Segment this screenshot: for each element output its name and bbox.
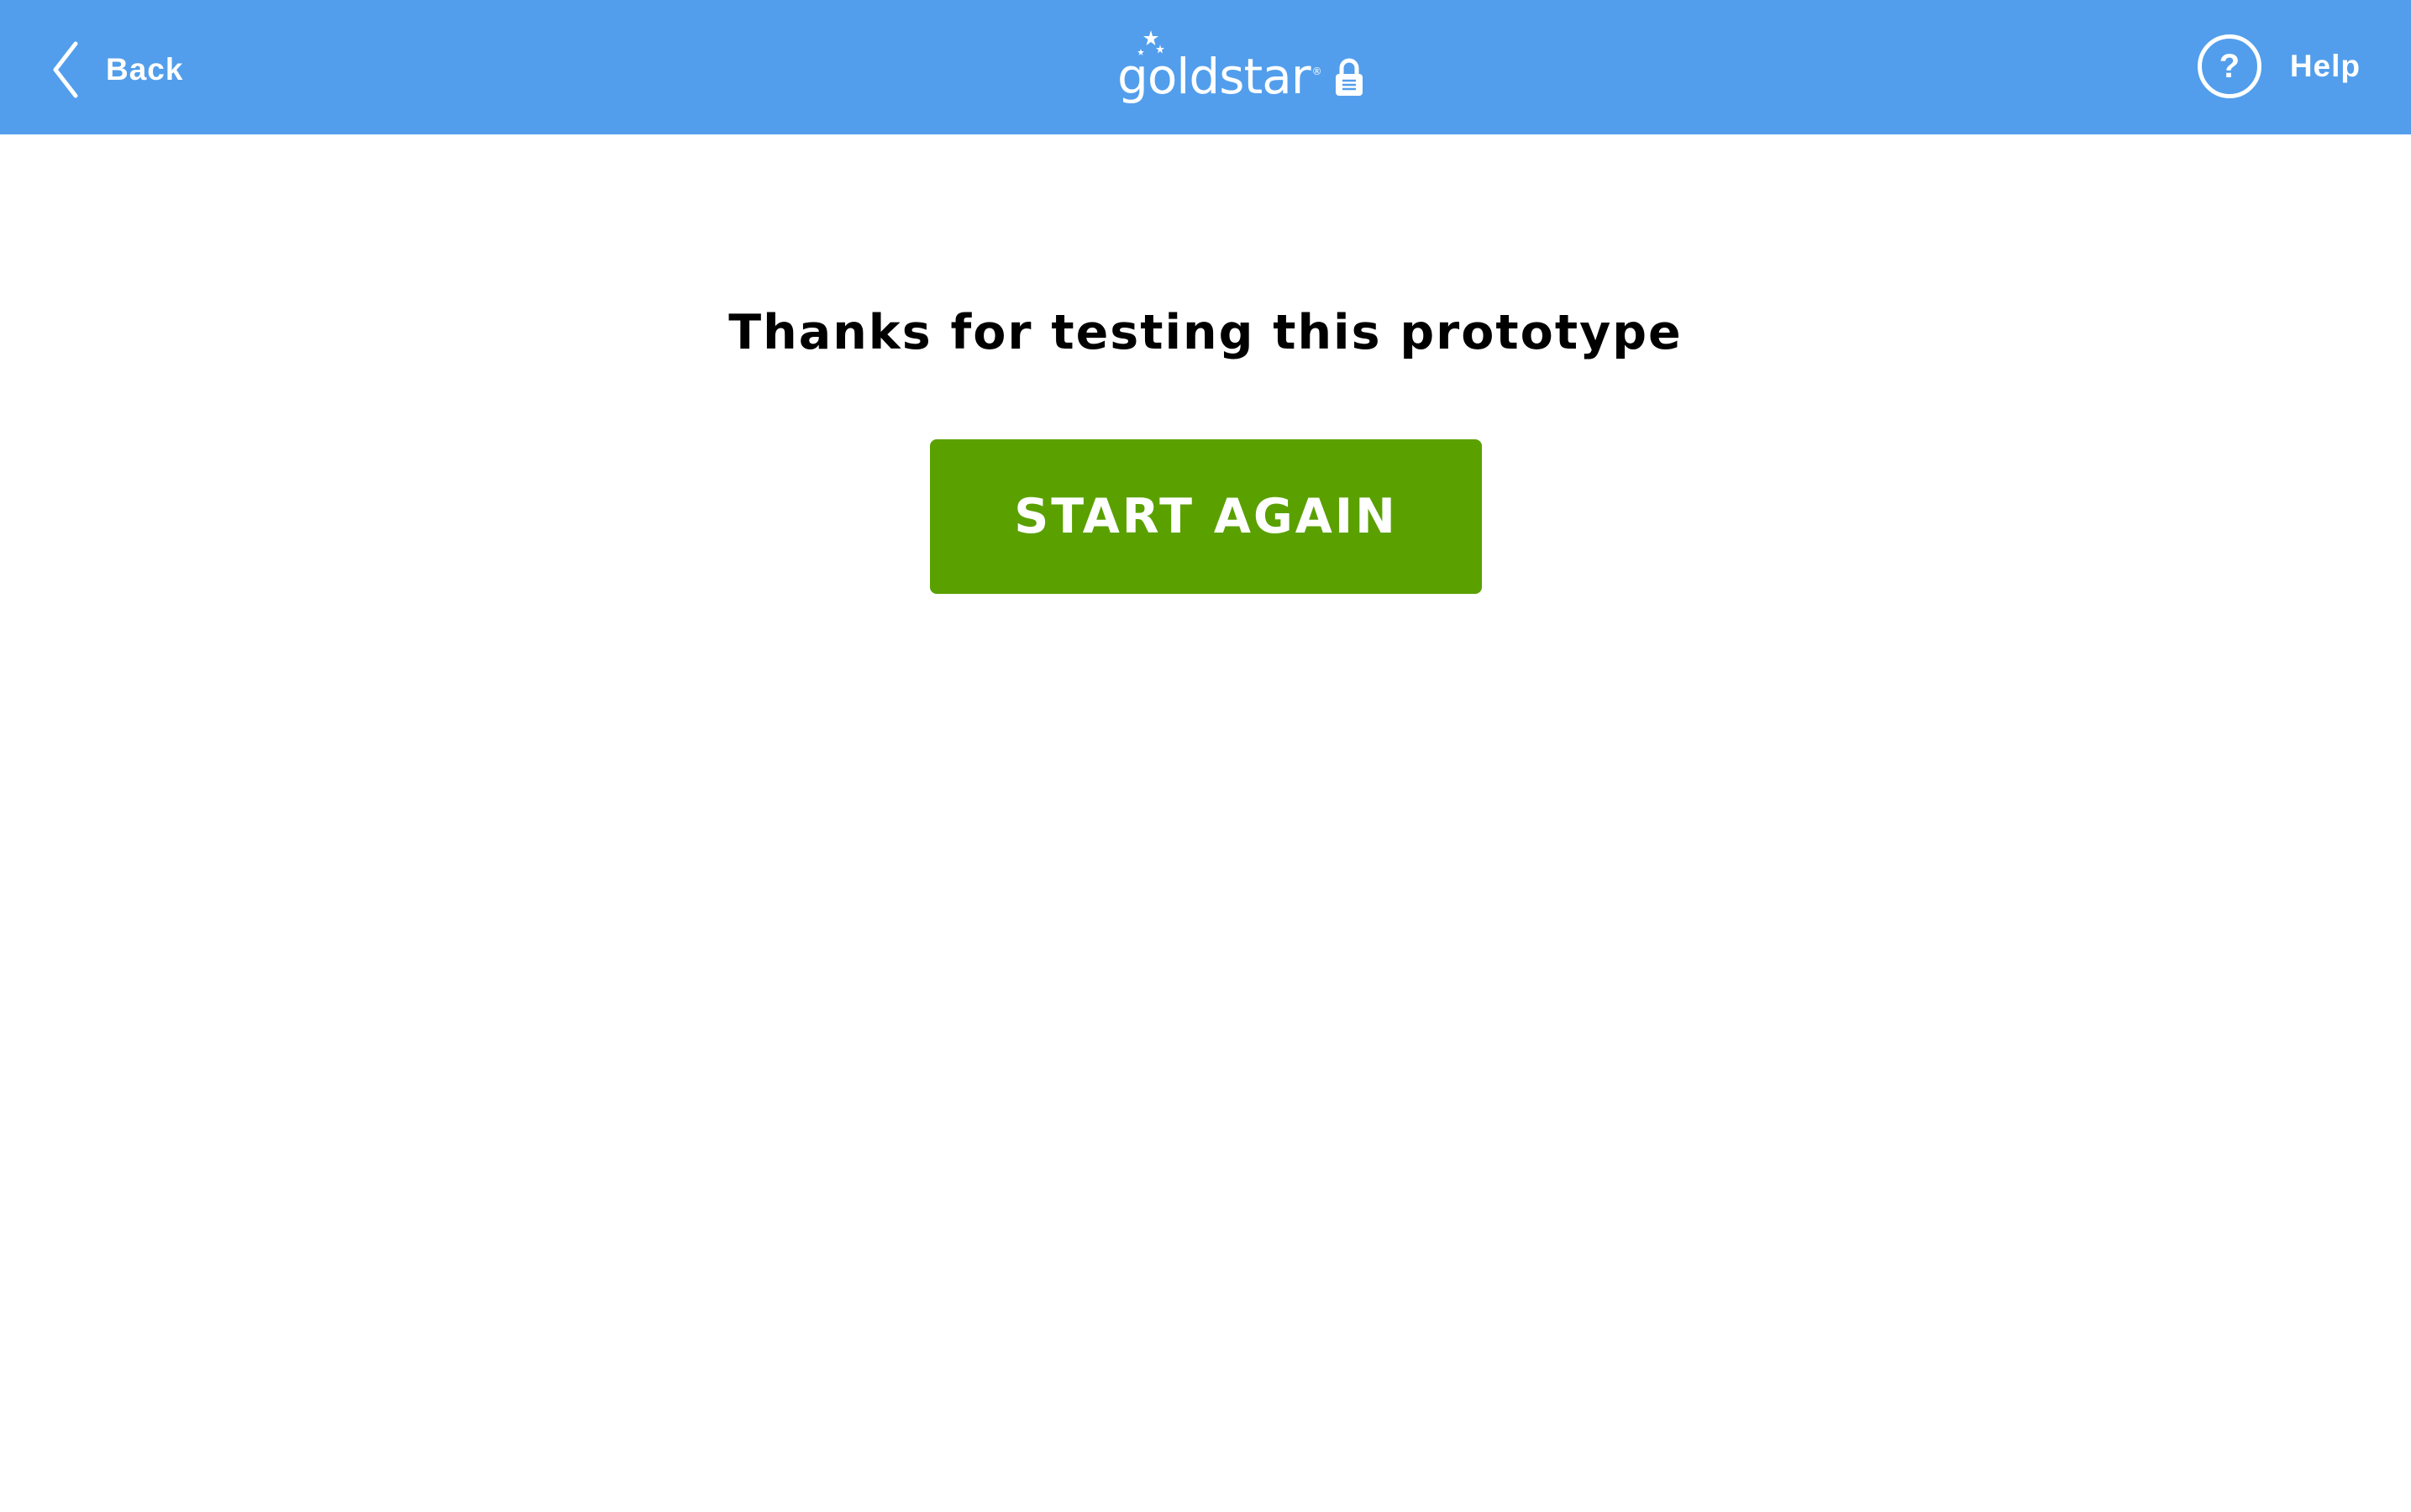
brand-wordmark: goldstar [1117,30,1311,101]
help-button[interactable]: ? Help [2197,32,2361,101]
help-symbol: ? [2219,47,2240,85]
goldstar-logo: goldstar ® [1117,30,1366,101]
stars-icon [1137,30,1164,55]
back-button[interactable]: Back [50,40,183,99]
page-title: Thanks for testing this prototype [728,305,1683,360]
chevron-left-icon [53,41,78,98]
question-circle-icon: ? [2197,34,2261,98]
registered-mark: ® [1311,66,1322,77]
back-label: Back [106,52,184,87]
padlock-icon [1335,58,1363,96]
start-again-button[interactable]: START AGAIN [930,439,1482,594]
top-bar: Back goldstar ® ? Help [0,0,2411,134]
help-label: Help [2289,49,2361,83]
